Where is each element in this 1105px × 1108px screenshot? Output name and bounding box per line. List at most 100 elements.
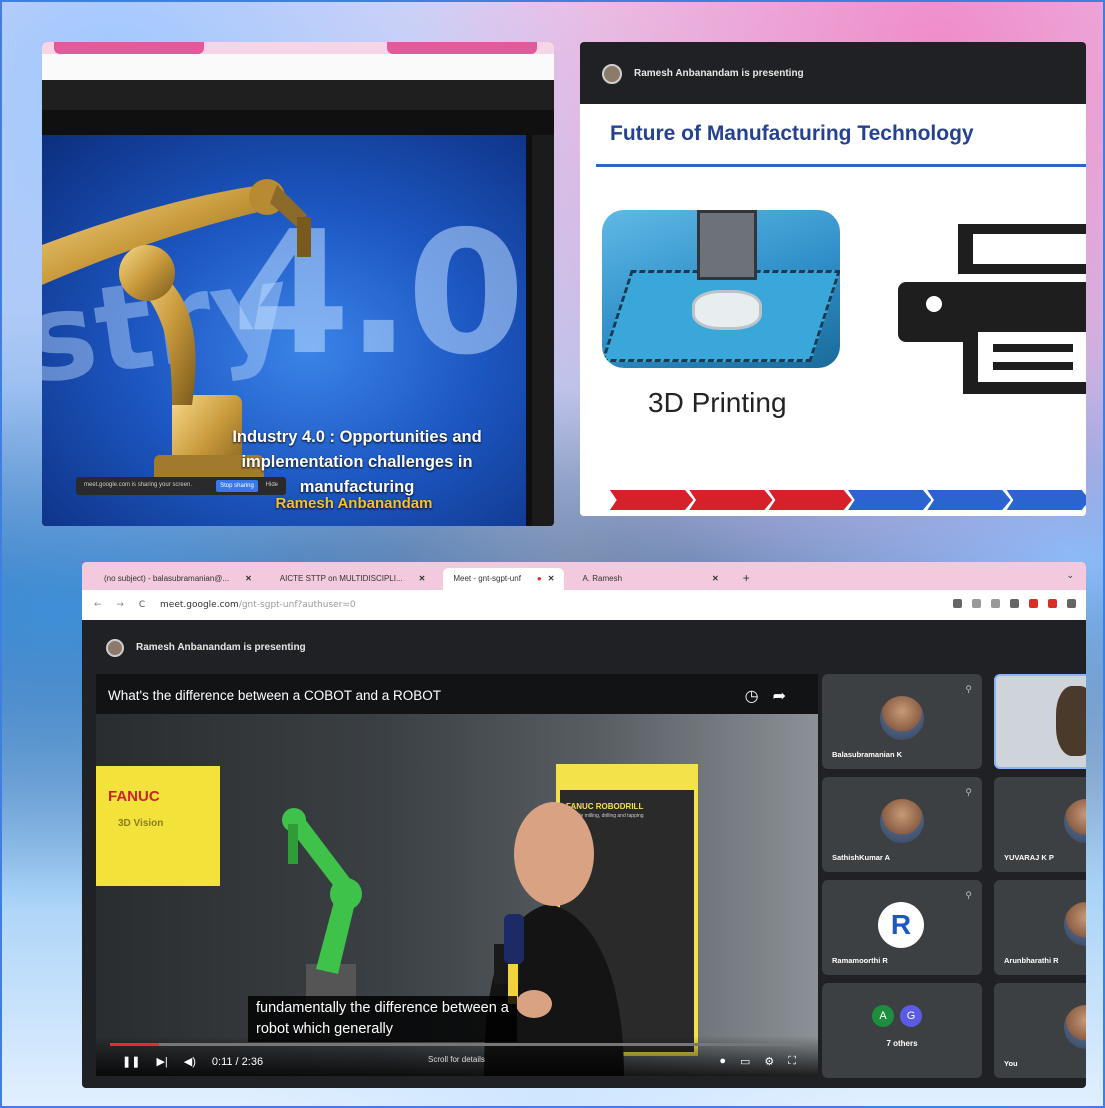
captions-icon[interactable]: ▭ [740, 1055, 750, 1068]
browser-tab[interactable] [54, 42, 204, 54]
browser-tab-aicte[interactable]: AICTE STTP on MULTIDISCIPLI... ✕ [270, 568, 436, 590]
youtube-video[interactable]: FANUC 3D Vision FANUC ROBODRILL Flexible… [96, 674, 818, 1076]
pause-icon[interactable]: ❚❚ [122, 1055, 140, 1068]
new-tab-icon[interactable]: + [737, 571, 750, 590]
participant-avatar [880, 799, 924, 843]
participant-name: Balasubramanian K [832, 750, 903, 759]
video-top-icons: ◷➦ [745, 686, 800, 706]
video-progress-bar[interactable] [110, 1043, 804, 1046]
chevron-down-icon[interactable]: ⌄ [1066, 570, 1074, 581]
presenting-text: Ramesh Anbanandam is presenting [634, 68, 804, 79]
slide-title: Future of Manufacturing Technology [610, 122, 974, 145]
extension-icon[interactable] [1010, 599, 1019, 608]
others-count: 7 others [886, 1039, 918, 1048]
hide-button[interactable]: Hide [266, 482, 278, 488]
address-bar[interactable] [42, 54, 554, 80]
agenda-step [847, 490, 932, 510]
extensions-area [953, 599, 1076, 608]
url-text[interactable]: meet.google.com/gnt-sgpt-unf?authuser=0 [160, 600, 356, 610]
extension-icon[interactable] [1029, 599, 1038, 608]
browser-tab-strip: (no subject) - balasubramanian@... ✕ AICT… [82, 562, 1086, 590]
participant-tile[interactable]: YUVARAJ K P [994, 777, 1086, 872]
tab-label: (no subject) - balasubramanian@... [104, 574, 230, 583]
participant-avatar [880, 696, 924, 740]
extension-icon[interactable] [1048, 599, 1057, 608]
close-icon[interactable]: ✕ [712, 574, 719, 583]
participant-tile[interactable]: ⚲ Balasubramanian K [822, 674, 982, 769]
reload-icon[interactable]: C [139, 600, 145, 610]
pin-icon[interactable]: ⚲ [965, 787, 972, 798]
autoplay-icon[interactable]: ● [719, 1055, 726, 1068]
settings-icon[interactable]: ⚙ [764, 1055, 774, 1068]
star-icon[interactable] [991, 599, 1000, 608]
participant-tile-self[interactable]: You [994, 983, 1086, 1078]
volume-icon[interactable]: ◀) [184, 1055, 196, 1068]
participant-tile[interactable]: R ⚲ Ramamoorthi R [822, 880, 982, 975]
close-icon[interactable]: ✕ [548, 574, 555, 583]
pin-icon[interactable]: ⚲ [965, 890, 972, 901]
meet-video-panel: (no subject) - balasubramanian@... ✕ AICT… [82, 562, 1086, 1088]
clock-icon[interactable]: ◷ [745, 688, 773, 705]
puzzle-icon[interactable] [1067, 599, 1076, 608]
industry-slide-panel: stry 4.0 Industry 4.0 : Opportunities an… [42, 42, 554, 526]
close-icon[interactable]: ✕ [419, 574, 426, 583]
share-arrow-icon[interactable]: ➦ [773, 688, 800, 705]
video-progress-fill [110, 1043, 159, 1046]
address-bar[interactable]: ← → C meet.google.com/gnt-sgpt-unf?authu… [82, 590, 1086, 620]
browser-tab-meet[interactable]: Meet - gnt-sgpt-unf ● ✕ [443, 568, 565, 590]
close-icon[interactable]: ✕ [245, 574, 252, 583]
printer-icon [898, 224, 1086, 394]
participant-tile[interactable]: Arunbharathi R [994, 880, 1086, 975]
participant-letter-avatar: R [878, 902, 924, 948]
tab-label: AICTE STTP on MULTIDISCIPLI... [279, 574, 403, 583]
presenter-avatar [602, 64, 622, 84]
browser-tab[interactable] [387, 42, 537, 54]
agenda-step [1006, 490, 1086, 510]
recording-dot-icon: ● [536, 574, 542, 583]
browser-tab-gmail[interactable]: (no subject) - balasubramanian@... ✕ [94, 568, 262, 590]
title-divider [596, 164, 1086, 167]
video-time: 0:11 / 2:36 [211, 1055, 264, 1068]
share-icon[interactable] [972, 599, 981, 608]
participant-name: YUVARAJ K P [1004, 853, 1054, 862]
manufacturing-slide-panel: Ramesh Anbanandam is presenting Future o… [580, 42, 1086, 516]
printed-object [692, 290, 762, 330]
agenda-step [689, 490, 773, 510]
subtitle-line: fundamentally the difference between a [256, 1000, 509, 1016]
agenda-step [927, 490, 1011, 510]
participant-camera-feed [1056, 686, 1086, 756]
next-icon[interactable]: ▶| [156, 1055, 167, 1068]
stop-sharing-button[interactable]: Stop sharing [216, 480, 258, 492]
agenda-step [768, 490, 852, 510]
participant-name: Ramamoorthi R [832, 956, 888, 965]
camera-icon[interactable] [953, 599, 962, 608]
url-path: /gnt-sgpt-unf?authuser=0 [238, 600, 356, 610]
participant-tile[interactable]: ⚲ SathishKumar A [822, 777, 982, 872]
brand-sign: FANUC 3D Vision [96, 766, 220, 886]
brand-name: FANUC [108, 788, 160, 805]
back-icon[interactable]: ← [94, 600, 102, 610]
browser-tab-ramesh[interactable]: A. Ramesh ✕ [572, 568, 728, 590]
participant-name: You [1004, 1059, 1018, 1068]
meet-side-column [532, 135, 554, 526]
self-avatar [1064, 1005, 1086, 1049]
others-avatars: A G [872, 1005, 922, 1027]
pin-icon[interactable]: ⚲ [965, 684, 972, 695]
presenting-bar: Ramesh Anbanandam is presenting [96, 634, 1086, 662]
video-title: What's the difference between a COBOT an… [108, 688, 441, 703]
participant-tile-others[interactable]: A G 7 others [822, 983, 982, 1078]
slide-author: Ramesh Anbanandam [275, 495, 433, 512]
video-controls: ❚❚ ▶| ◀) 0:11 / 2:36 Scroll for details … [96, 1036, 818, 1076]
presenter-avatar [106, 639, 124, 657]
participant-avatar [1064, 799, 1086, 843]
3d-printer-photo [602, 210, 840, 368]
participant-name: Arunbharathi R [1004, 956, 1059, 965]
participants-grid: ⚲ Balasubramanian K ⚲ SathishKumar A YUV… [822, 674, 1086, 1078]
others-avatar-a: A [872, 1005, 894, 1027]
brand-subtitle: 3D Vision [118, 818, 164, 829]
scroll-hint: Scroll for details [428, 1055, 485, 1064]
fullscreen-icon[interactable]: ⛶ [788, 1055, 796, 1068]
forward-icon[interactable]: → [116, 600, 124, 610]
slide-label: 3D Printing [648, 387, 787, 418]
participant-tile-camera[interactable] [994, 674, 1086, 769]
